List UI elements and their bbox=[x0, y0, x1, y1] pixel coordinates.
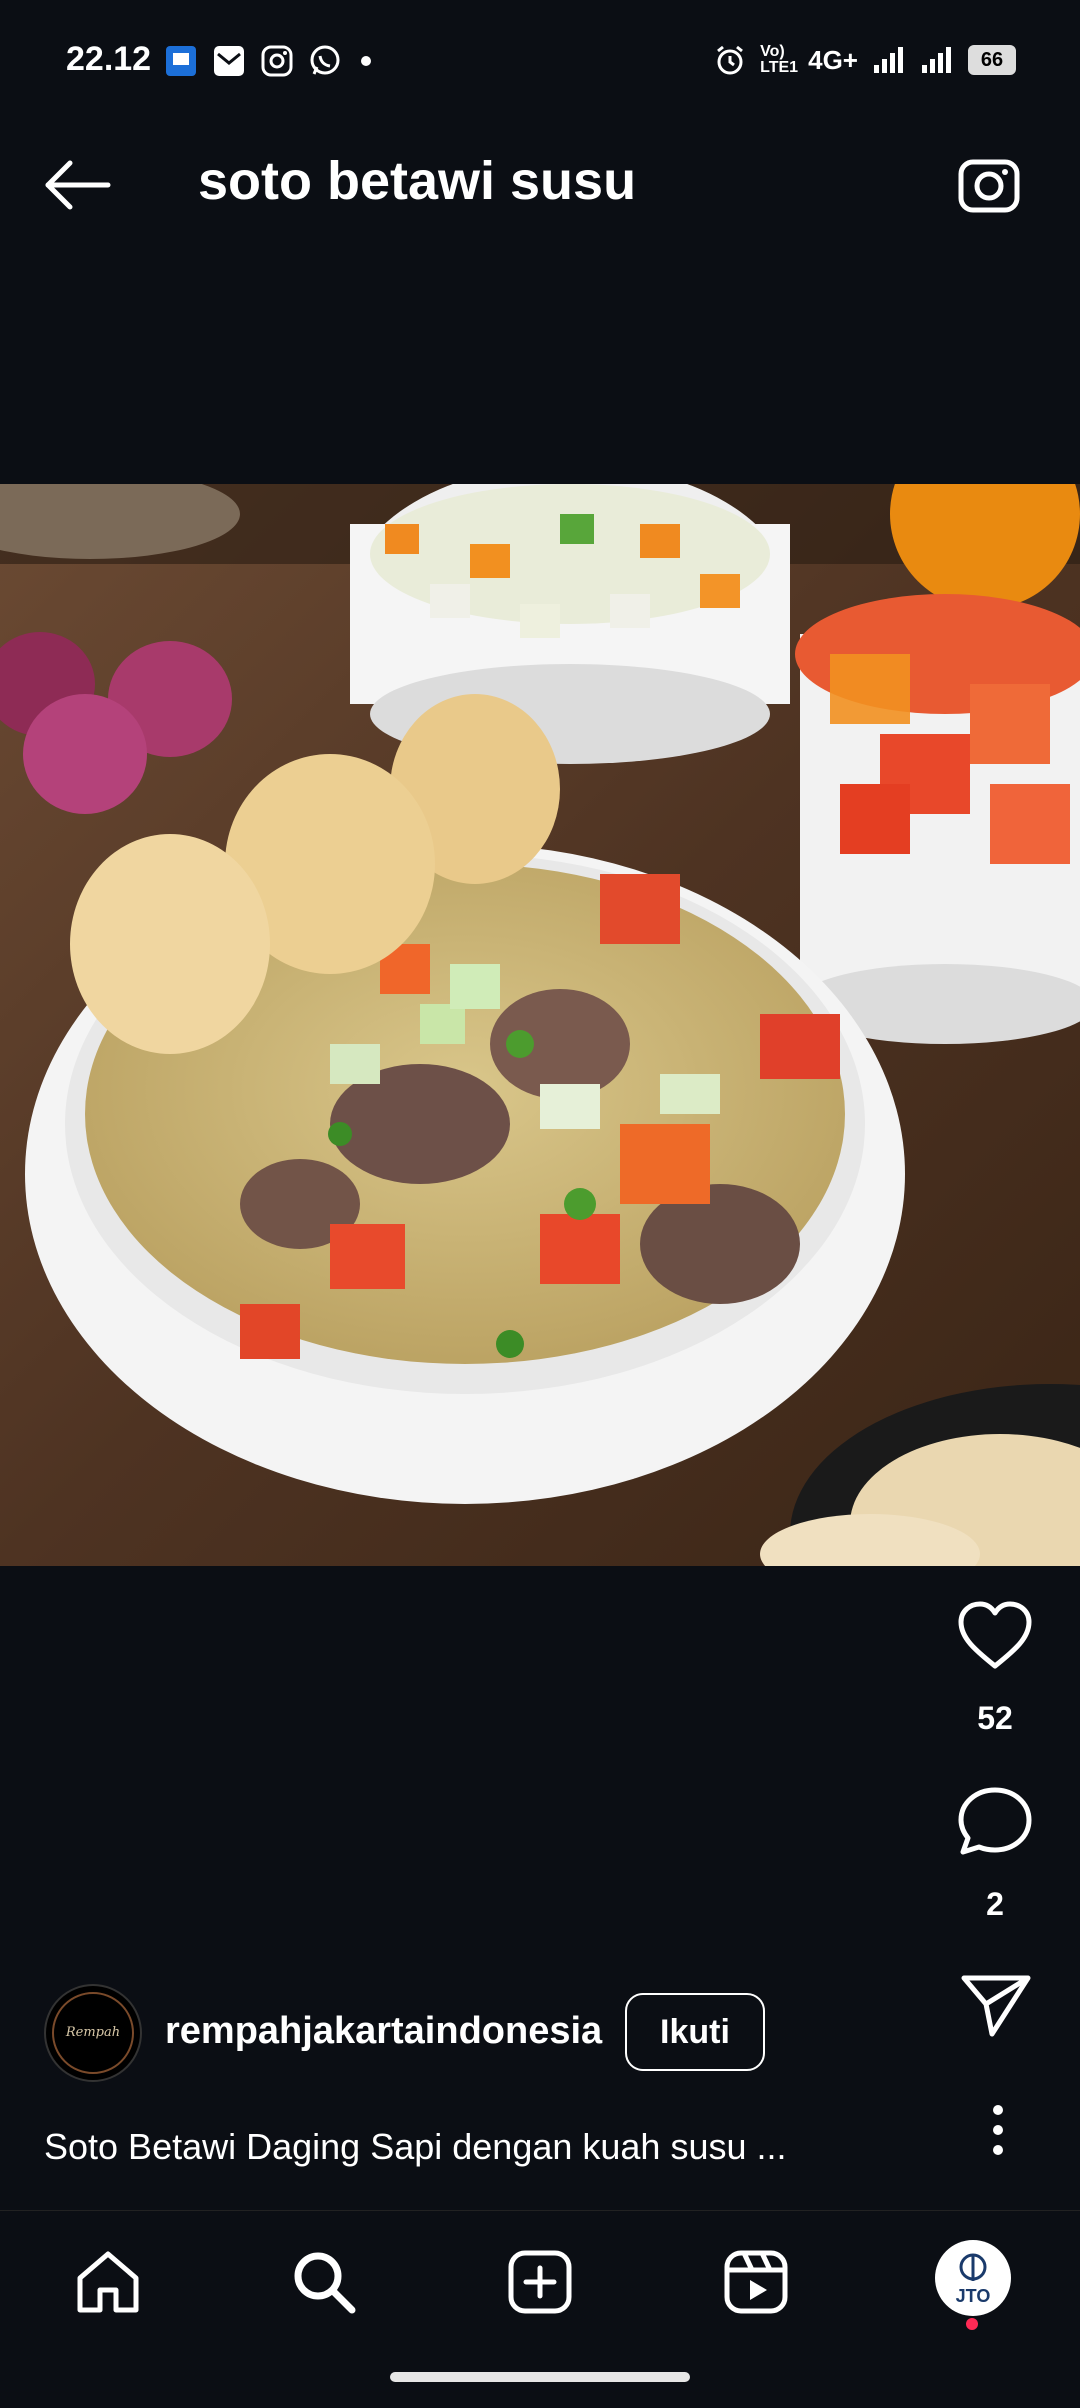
instagram-icon bbox=[261, 45, 293, 77]
like-count: 52 bbox=[977, 1700, 1013, 1736]
nav-profile[interactable]: JTO bbox=[935, 2240, 1011, 2316]
nav-create[interactable] bbox=[498, 2240, 582, 2324]
avatar[interactable]: Rempah bbox=[44, 1984, 142, 2082]
heart-icon bbox=[958, 1601, 1032, 1669]
home-icon bbox=[77, 2251, 139, 2313]
whatsapp-icon bbox=[310, 45, 340, 75]
comment-button[interactable] bbox=[955, 1784, 1035, 1858]
reels-icon bbox=[724, 2250, 788, 2314]
username[interactable]: rempahjakartaindonesia bbox=[165, 2010, 602, 2053]
follow-button[interactable]: Ikuti bbox=[625, 1993, 765, 2071]
back-button[interactable] bbox=[40, 150, 120, 220]
signal-icon bbox=[874, 47, 903, 73]
notification-dot bbox=[966, 2318, 978, 2330]
home-indicator[interactable] bbox=[390, 2372, 690, 2382]
more-options-button[interactable] bbox=[980, 2100, 1016, 2160]
post-photo[interactable] bbox=[0, 484, 1080, 1566]
like-button[interactable] bbox=[955, 1598, 1035, 1672]
battery-icon: 66 bbox=[968, 45, 1016, 75]
share-button[interactable] bbox=[958, 1970, 1034, 2040]
mail-icon bbox=[214, 46, 244, 76]
status-time: 22.12 bbox=[66, 40, 152, 78]
post-caption[interactable]: Soto Betawi Daging Sapi dengan kuah susu… bbox=[44, 2126, 944, 2168]
camera-button[interactable] bbox=[955, 150, 1025, 220]
more-notifications-dot-icon bbox=[361, 56, 371, 66]
soup-photo-illustration bbox=[0, 484, 1080, 1566]
status-system-icons: Vo) LTE1 4G+ 66 bbox=[714, 44, 1016, 76]
comment-count: 2 bbox=[986, 1886, 1004, 1922]
plus-square-icon bbox=[508, 2250, 572, 2314]
avatar-logo-icon: Rempah bbox=[52, 1992, 134, 2074]
signal-icon-2 bbox=[922, 47, 951, 73]
app-notification-icon bbox=[166, 46, 196, 76]
comment-icon bbox=[958, 1787, 1032, 1855]
nav-home[interactable] bbox=[66, 2240, 150, 2324]
profile-logo-icon bbox=[959, 2253, 987, 2281]
status-notification-icons bbox=[164, 44, 376, 78]
volte-label: Vo) LTE1 bbox=[760, 43, 799, 76]
network-type-label: 4G+ bbox=[808, 44, 858, 75]
search-icon bbox=[294, 2252, 356, 2314]
svg-text:Rempah: Rempah bbox=[65, 2025, 120, 2040]
alarm-icon bbox=[717, 45, 744, 75]
profile-badge-text: JTO bbox=[955, 2286, 991, 2306]
nav-search[interactable] bbox=[282, 2240, 366, 2324]
arrow-left-icon bbox=[45, 160, 111, 210]
send-icon bbox=[961, 1975, 1031, 2037]
camera-icon bbox=[958, 159, 1020, 213]
nav-reels[interactable] bbox=[714, 2240, 798, 2324]
battery-level: 66 bbox=[980, 48, 1004, 71]
more-vertical-icon bbox=[993, 2105, 1003, 2155]
page-title: soto betawi susu bbox=[198, 151, 637, 211]
